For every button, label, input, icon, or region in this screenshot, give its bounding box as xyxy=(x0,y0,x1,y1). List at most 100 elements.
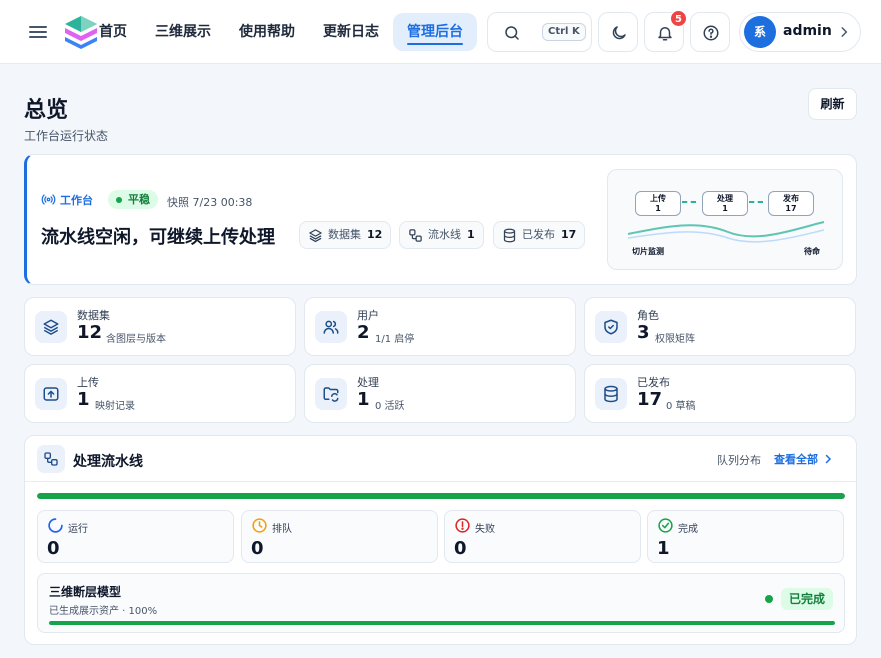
status-value: 0 xyxy=(251,538,264,559)
flow-node-label: 发布 xyxy=(783,194,799,203)
chevron-right-icon xyxy=(841,27,848,37)
alert-circle-icon xyxy=(455,518,470,533)
stat-icon-wrap xyxy=(595,311,627,343)
nav-changelog[interactable]: 更新日志 xyxy=(323,13,379,51)
search-icon xyxy=(505,26,519,40)
stat-label: 用户 xyxy=(357,309,379,322)
user-menu[interactable]: 系 admin xyxy=(739,12,861,52)
stat-label: 数据集 xyxy=(77,309,110,322)
help-icon xyxy=(703,25,719,41)
mini-flow-diagram: 上传 1 处理 1 发布 17 切片监测 待命 xyxy=(607,169,843,270)
pipeline-progress-fill xyxy=(37,493,845,499)
stat-value: 12 xyxy=(77,322,103,343)
stat-label: 已发布 xyxy=(637,376,670,389)
stat-icon-wrap xyxy=(595,378,627,410)
status-value: 0 xyxy=(454,538,467,559)
users-icon xyxy=(323,320,339,334)
pipeline-title: 处理流水线 xyxy=(73,454,143,470)
stat-sub: 0 活跃 xyxy=(375,401,405,412)
status-value: 1 xyxy=(657,538,670,559)
view-all-link[interactable]: 查看全部 xyxy=(774,451,834,467)
chip-published: 已发布 17 xyxy=(493,221,586,249)
stat-card-users[interactable]: 用户 2 1/1 启停 xyxy=(304,297,576,356)
pipeline-icon-wrap xyxy=(37,445,65,473)
spinner-icon xyxy=(48,518,63,533)
job-title: 三维断层模型 xyxy=(49,585,122,599)
flow-connector xyxy=(749,201,763,203)
stat-card-roles[interactable]: 角色 3 权限矩阵 xyxy=(584,297,856,356)
job-row[interactable]: 三维断层模型 已生成展示资产 · 100% 已完成 xyxy=(37,573,845,633)
stat-icon-wrap xyxy=(315,311,347,343)
broadcast-icon xyxy=(41,194,56,205)
upload-icon xyxy=(43,387,59,401)
nav-admin[interactable]: 管理后台 xyxy=(393,13,477,51)
layers-icon xyxy=(43,319,59,335)
page-subtitle: 工作台运行状态 xyxy=(24,129,109,143)
status-label: 运行 xyxy=(68,524,88,535)
search-button[interactable]: Ctrl K xyxy=(487,12,592,52)
chip-value: 12 xyxy=(367,228,383,241)
job-status-badge: 已完成 xyxy=(781,588,834,610)
status-queued[interactable]: 排队 0 xyxy=(241,510,438,563)
chip-pipelines: 流水线 1 xyxy=(399,221,484,249)
stat-card-uploads[interactable]: 上传 1 映射记录 xyxy=(24,364,296,423)
workbench-tag-label: 工作台 xyxy=(60,194,93,207)
stat-sub: 1/1 启停 xyxy=(375,334,415,345)
nav-home[interactable]: 首页 xyxy=(99,13,127,51)
view-all-label: 查看全部 xyxy=(774,453,818,466)
nav-help[interactable]: 使用帮助 xyxy=(239,13,295,51)
help-button[interactable] xyxy=(690,12,730,52)
workbench-tag: 工作台 xyxy=(41,192,93,208)
stat-value: 3 xyxy=(637,322,650,343)
stat-card-processing[interactable]: 处理 1 0 活跃 xyxy=(304,364,576,423)
bell-icon xyxy=(658,27,672,41)
stat-value: 2 xyxy=(357,322,370,343)
stat-sub: 0 草稿 xyxy=(666,401,696,412)
folder-sync-icon xyxy=(323,387,339,402)
status-failed[interactable]: 失败 0 xyxy=(444,510,641,563)
notification-badge: 5 xyxy=(670,10,687,27)
status-label: 完成 xyxy=(678,524,698,535)
menu-icon[interactable] xyxy=(29,23,47,41)
stat-value: 1 xyxy=(357,389,370,410)
top-bar: 首页 三维展示 使用帮助 更新日志 管理后台 Ctrl K 5 系 admin xyxy=(0,0,881,64)
stat-sub: 映射记录 xyxy=(95,401,135,412)
app-logo[interactable] xyxy=(63,14,99,50)
stat-label: 处理 xyxy=(357,376,379,389)
job-progress-fill xyxy=(49,621,835,625)
refresh-button[interactable]: 刷新 xyxy=(808,88,857,120)
notifications-button[interactable]: 5 xyxy=(644,10,687,52)
pipeline-card: 处理流水线 队列分布 查看全部 运行 0 排队 0 失败 0 完成 1 三维断层… xyxy=(24,435,857,645)
stat-card-published[interactable]: 已发布 17 0 草稿 xyxy=(584,364,856,423)
chip-value: 1 xyxy=(467,228,475,241)
stat-sub: 权限矩阵 xyxy=(655,334,695,345)
status-badge: 平稳 xyxy=(108,190,158,209)
flow-connector xyxy=(682,201,696,203)
job-status-dot xyxy=(765,595,773,603)
clock-icon xyxy=(252,518,267,533)
page-title: 总览 xyxy=(24,98,69,123)
check-circle-icon xyxy=(658,518,673,533)
database-icon xyxy=(604,385,618,403)
stat-value: 17 xyxy=(637,389,663,410)
status-label: 失败 xyxy=(475,524,495,535)
shield-icon xyxy=(604,319,618,335)
flow-node-label: 上传 xyxy=(650,194,666,203)
stat-label: 上传 xyxy=(77,376,99,389)
status-running[interactable]: 运行 0 xyxy=(37,510,234,563)
theme-toggle-button[interactable] xyxy=(598,12,638,52)
queue-distribution-label: 队列分布 xyxy=(717,454,761,467)
flow-footer-left: 切片监测 xyxy=(632,247,664,256)
workflow-icon xyxy=(409,229,422,242)
stat-card-datasets[interactable]: 数据集 12 含图层与版本 xyxy=(24,297,296,356)
stat-icon-wrap xyxy=(35,378,67,410)
workbench-status-card: 工作台 平稳 快照 7/23 00:38 流水线空闲，可继续上传处理 数据集 12… xyxy=(24,154,857,285)
moon-icon xyxy=(612,26,626,40)
nav-3d-view[interactable]: 三维展示 xyxy=(155,13,211,51)
avatar: 系 xyxy=(744,16,776,48)
status-completed[interactable]: 完成 1 xyxy=(647,510,844,563)
job-progress-bar xyxy=(49,621,835,625)
hero-headline: 流水线空闲，可继续上传处理 xyxy=(41,227,275,248)
status-label: 排队 xyxy=(272,524,292,535)
pipeline-header: 处理流水线 队列分布 查看全部 xyxy=(25,436,856,482)
